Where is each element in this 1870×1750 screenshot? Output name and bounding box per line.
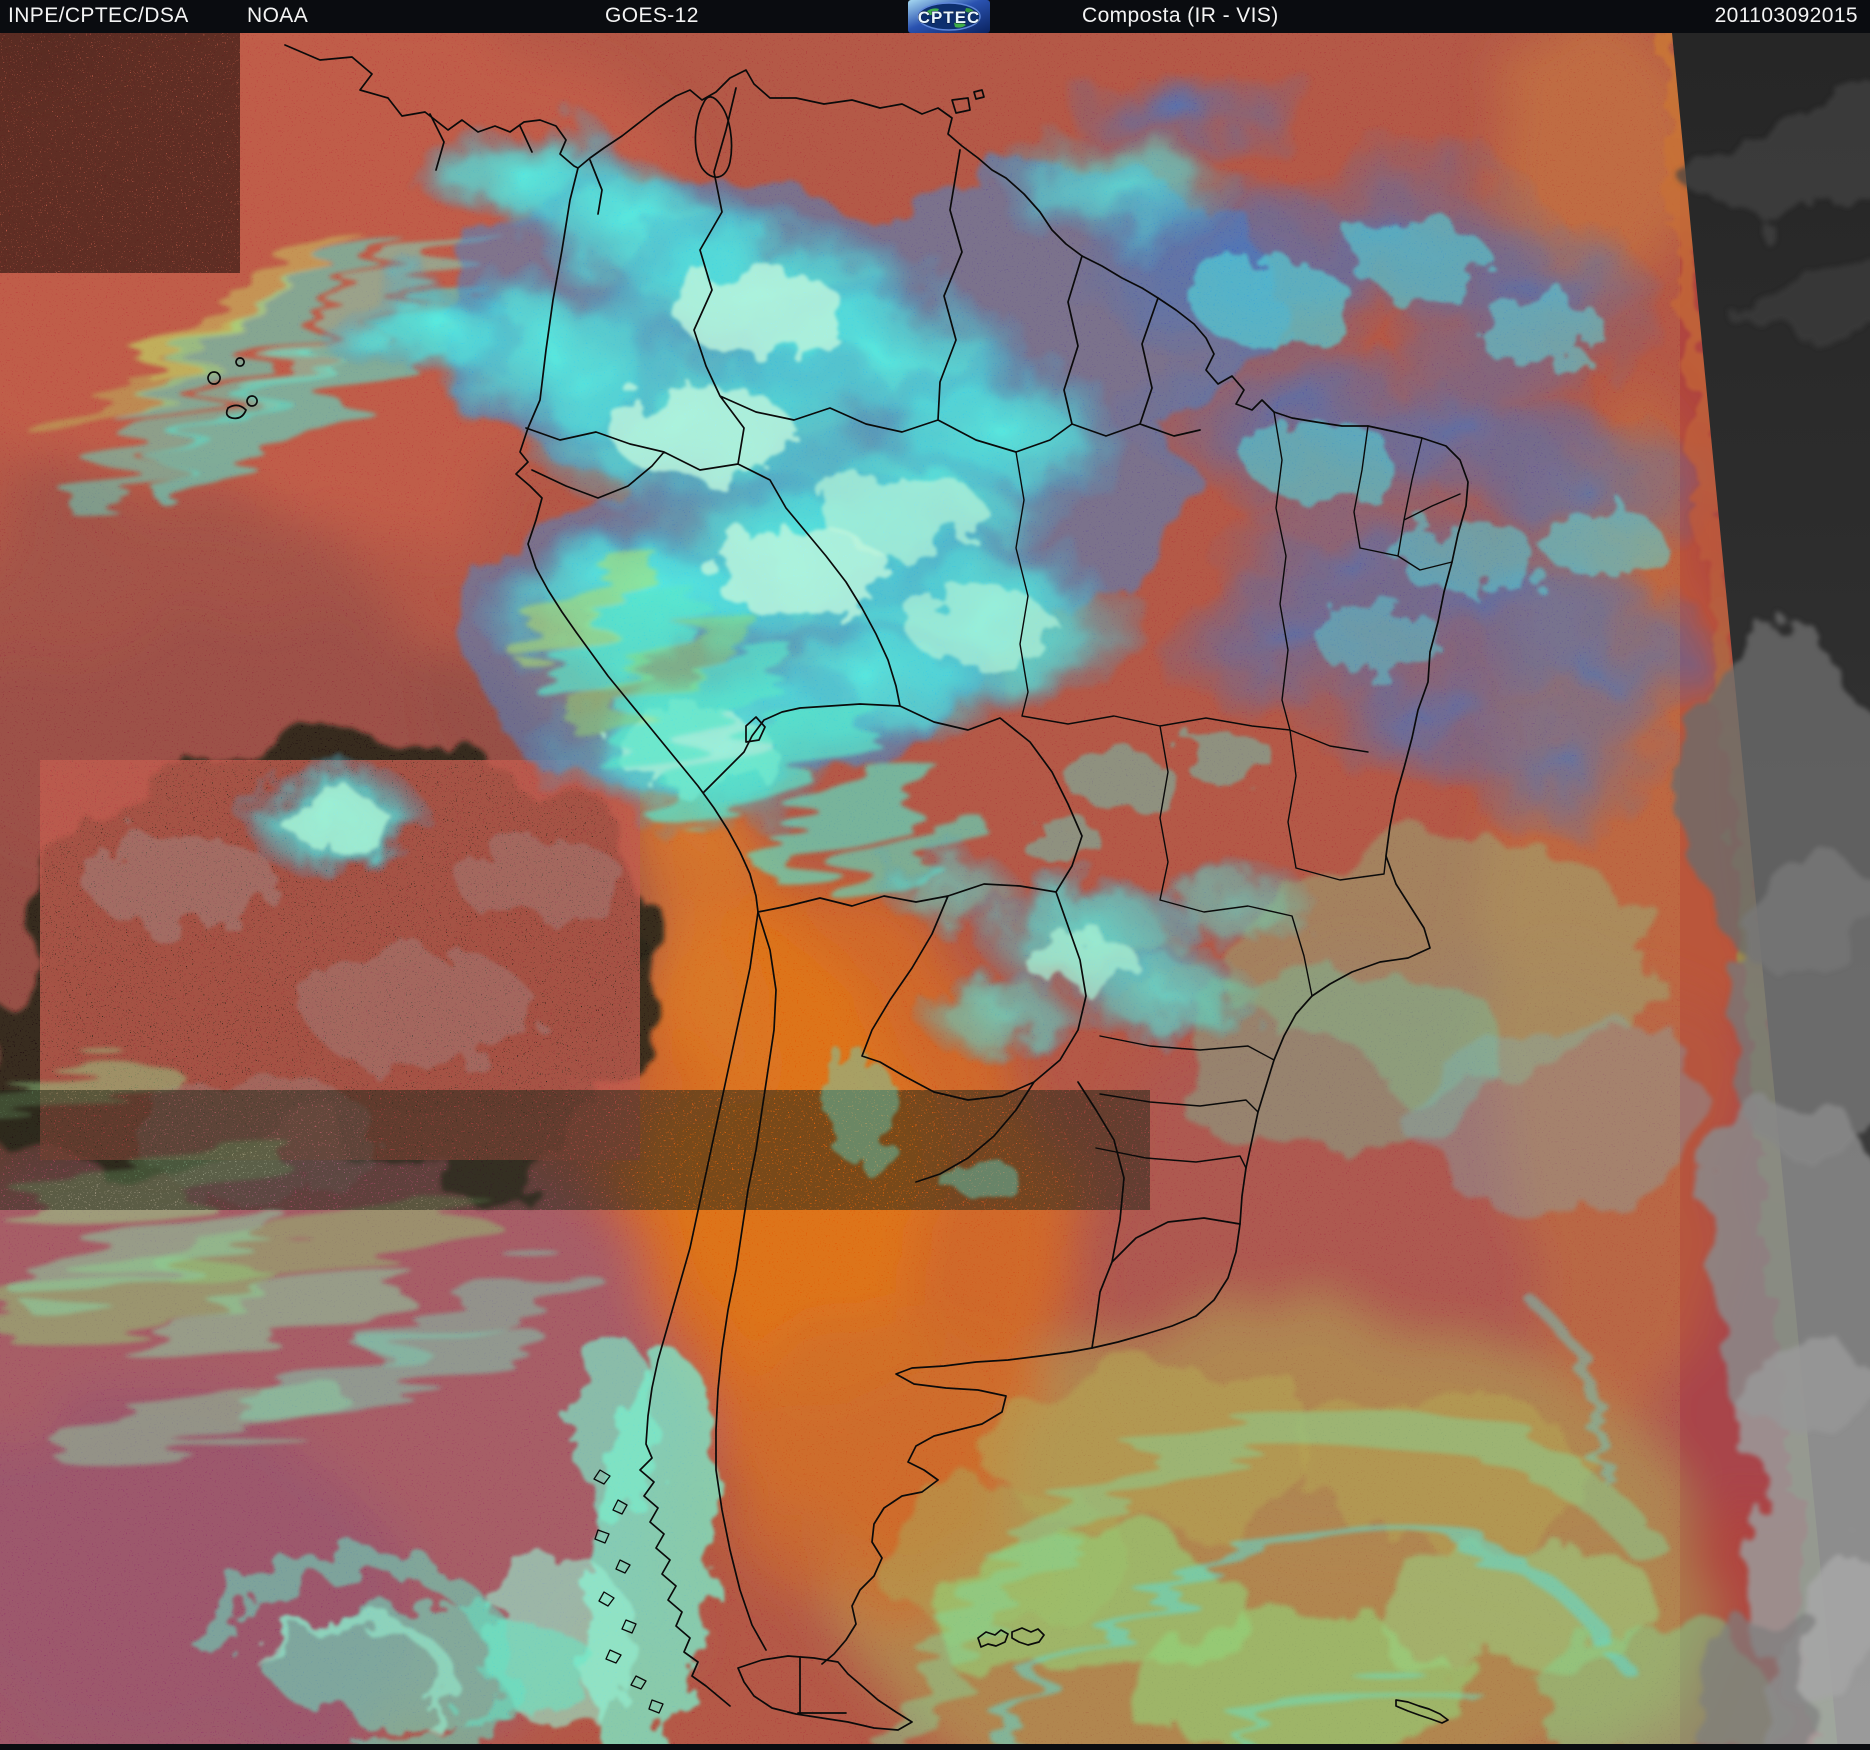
satellite-label: GOES-12 [605, 4, 699, 27]
logo-text: CPTEC [918, 8, 981, 27]
product-label: Composta (IR - VIS) [1082, 4, 1279, 27]
timestamp-label: 201103092015 [1714, 4, 1858, 27]
satellite-product-page: INPE/CPTEC/DSA NOAA GOES-12 CPTEC Compos… [0, 0, 1870, 1750]
corner-black-speckle [0, 33, 240, 273]
bottom-border-strip [0, 1744, 1870, 1750]
satellite-composite-map [0, 33, 1870, 1744]
header-bar: INPE/CPTEC/DSA NOAA GOES-12 CPTEC Compos… [0, 0, 1870, 33]
agency-label: INPE/CPTEC/DSA [8, 4, 189, 27]
yellow-grain-overlay [0, 33, 1680, 1744]
cptec-logo-icon: CPTEC [908, 0, 990, 33]
noaa-label: NOAA [247, 4, 309, 27]
